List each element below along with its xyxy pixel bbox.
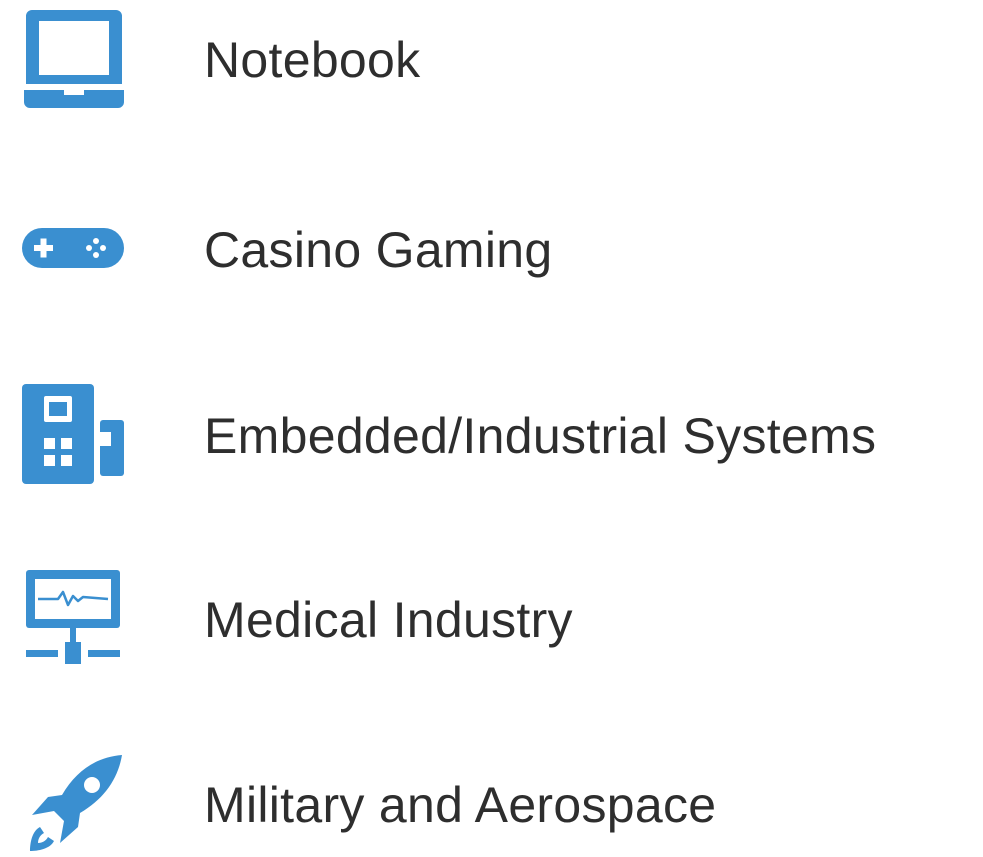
list-item-casino-gaming: Casino Gaming <box>0 192 983 302</box>
item-label: Embedded/Industrial Systems <box>204 408 877 464</box>
item-label: Medical Industry <box>204 592 573 648</box>
item-label: Casino Gaming <box>204 222 553 278</box>
list-item-notebook: Notebook <box>0 2 983 112</box>
medical-monitor-icon <box>18 562 128 672</box>
list-item-embedded-industrial: Embedded/Industrial Systems <box>0 378 983 488</box>
item-label: Notebook <box>204 32 421 88</box>
rocket-icon <box>18 747 128 857</box>
laptop-icon <box>18 2 128 112</box>
industry-list: Notebook Casino Gaming Embedded/Industri… <box>0 0 983 855</box>
gamepad-icon <box>18 192 128 302</box>
list-item-medical-industry: Medical Industry <box>0 562 983 672</box>
item-label: Military and Aerospace <box>204 777 717 833</box>
list-item-military-aerospace: Military and Aerospace <box>0 747 983 857</box>
industrial-device-icon <box>18 378 128 488</box>
